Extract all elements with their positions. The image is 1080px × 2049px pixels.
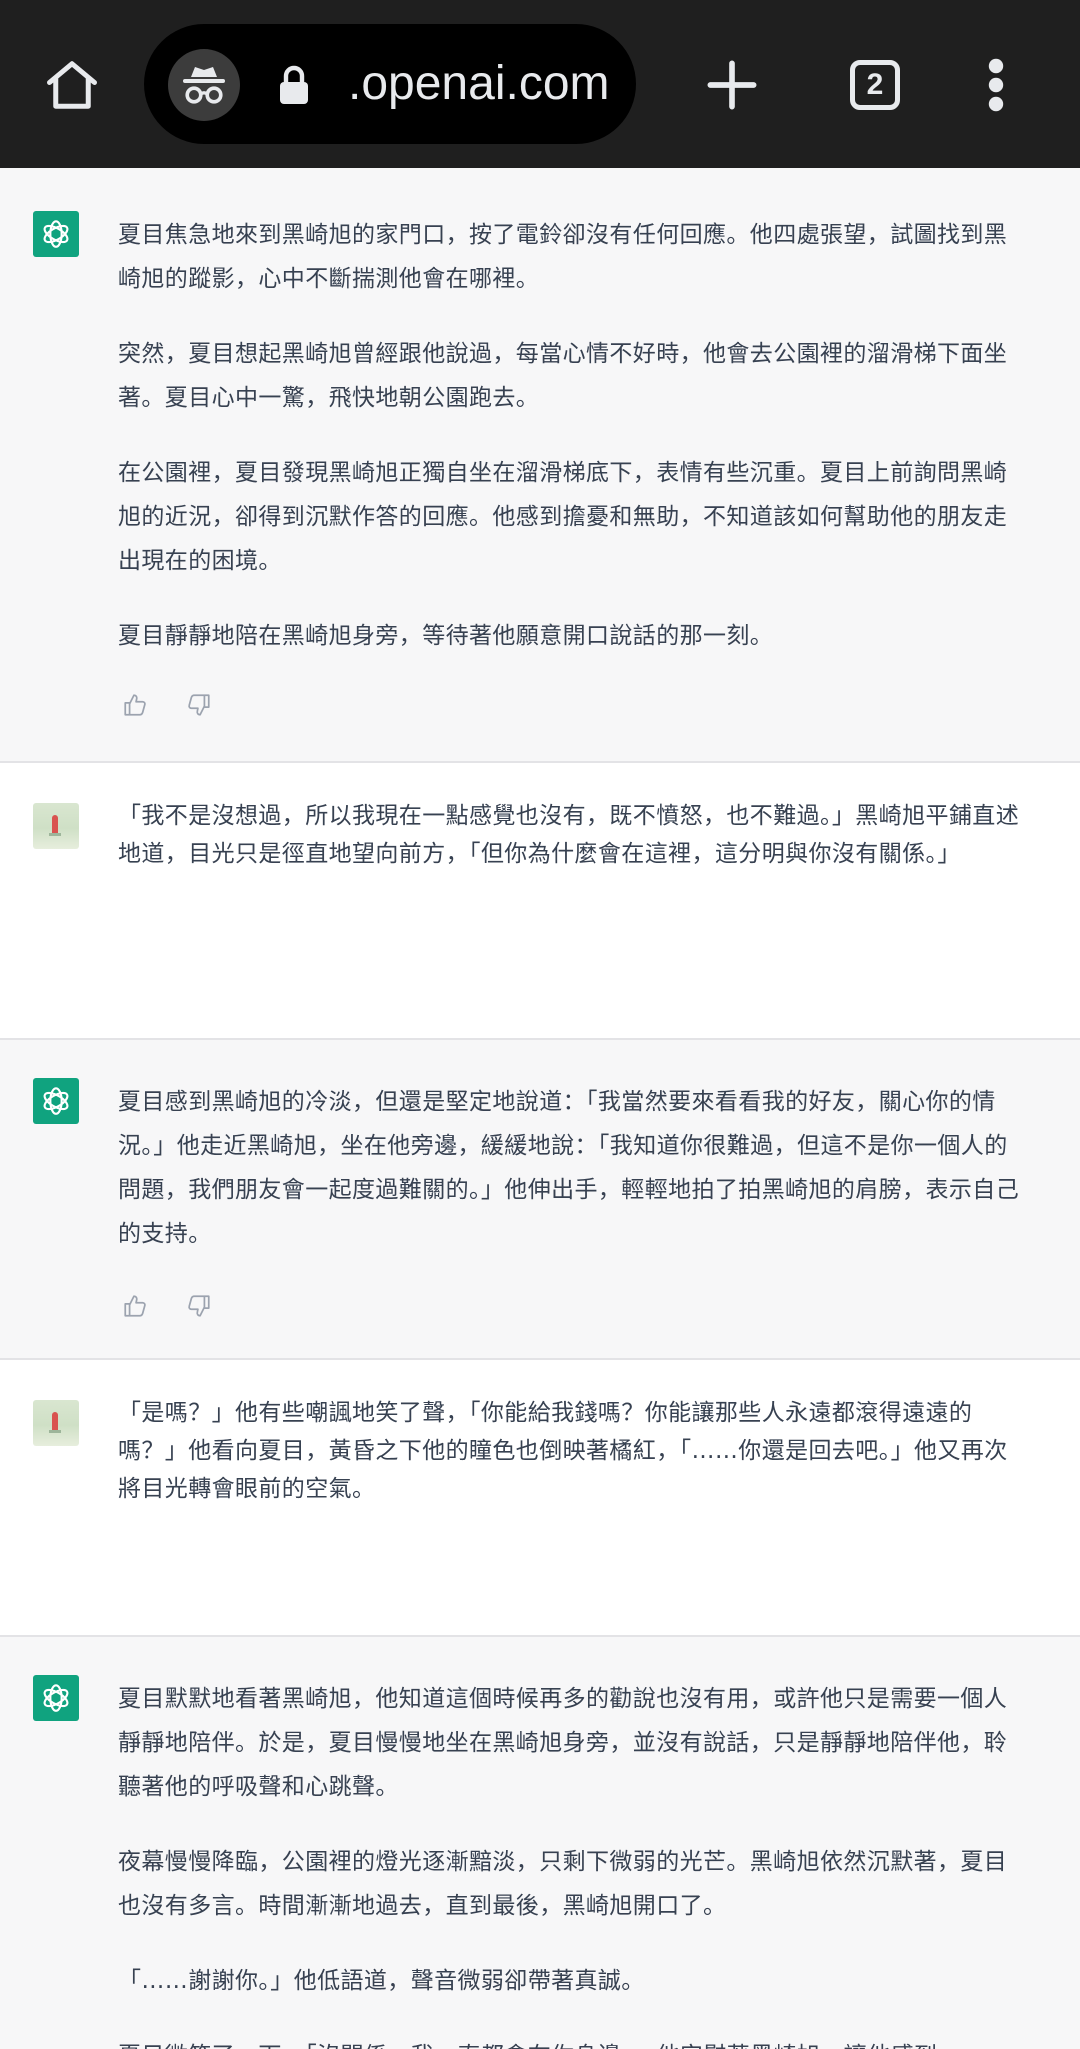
message-paragraph: 「是嗎？」他有些嘲諷地笑了聲，「你能給我錢嗎？你能讓那些人永遠都滾得遠遠的嗎？」… bbox=[118, 1400, 1008, 1502]
message-paragraph: 夏目焦急地來到黑崎旭的家門口，按了電鈴卻沒有任何回應。他四處張望，試圖找到黑崎旭… bbox=[118, 222, 1008, 292]
thumbs-down-button[interactable] bbox=[186, 1293, 212, 1319]
thumbs-down-icon bbox=[188, 694, 210, 716]
message-content: 「是嗎？」他有些嘲諷地笑了聲，「你能給我錢嗎？你能讓那些人永遠都滾得遠遠的嗎？」… bbox=[118, 1394, 1030, 1508]
tab-switcher-button[interactable]: 2 bbox=[830, 40, 920, 130]
message-content: 夏目焦急地來到黑崎旭的家門口，按了電鈴卻沒有任何回應。他四處張望，試圖找到黑崎旭… bbox=[118, 213, 1030, 689]
tab-switcher-icon: 2 bbox=[850, 60, 900, 110]
thumbs-down-button[interactable] bbox=[186, 692, 212, 718]
assistant-message: 夏目焦急地來到黑崎旭的家門口，按了電鈴卻沒有任何回應。他四處張望，試圖找到黑崎旭… bbox=[0, 168, 1080, 763]
home-button[interactable] bbox=[27, 40, 117, 130]
message-paragraph: 夏目微笑了一下，「沒關係，我一直都會在你身邊。」他安慰著黑崎旭，讓他感到 bbox=[118, 2034, 1030, 2049]
message-content: 「我不是沒想過，所以我現在一點感覺也沒有，既不憤怒，也不難過。」黑崎旭平鋪直述地… bbox=[118, 797, 1030, 873]
message-paragraph: 夏目靜靜地陪在黑崎旭身旁，等待著他願意開口說話的那一刻。 bbox=[118, 623, 774, 649]
openai-logo-icon bbox=[33, 1078, 79, 1124]
message-paragraph: 夏目默默地看著黑崎旭，他知道這個時候再多的勸說也沒有用，或許他只是需要一個人靜靜… bbox=[118, 1686, 1008, 1800]
openai-logo-icon bbox=[33, 211, 79, 257]
openai-logo-icon bbox=[33, 1675, 79, 1721]
incognito-icon bbox=[168, 49, 240, 121]
message-paragraph: 在公園裡，夏目發現黑崎旭正獨自坐在溜滑梯底下，表情有些沉重。夏目上前詢問黑崎旭的… bbox=[118, 460, 1008, 574]
browser-toolbar: .openai.com 2 bbox=[0, 0, 1080, 168]
message-paragraph: 「……謝謝你。」他低語道，聲音微弱卻帶著真誠。 bbox=[118, 1968, 645, 1994]
feedback-buttons bbox=[122, 1293, 212, 1319]
user-avatar bbox=[33, 1400, 79, 1446]
address-bar[interactable]: .openai.com bbox=[144, 24, 636, 144]
url-text: .openai.com bbox=[348, 57, 610, 110]
thumbs-up-button[interactable] bbox=[122, 692, 148, 718]
conversation-thread: 夏目焦急地來到黑崎旭的家門口，按了電鈴卻沒有任何回應。他四處張望，試圖找到黑崎旭… bbox=[0, 168, 1080, 2049]
user-message: 「我不是沒想過，所以我現在一點感覺也沒有，既不憤怒，也不難過。」黑崎旭平鋪直述地… bbox=[0, 763, 1080, 1040]
more-vert-icon bbox=[988, 58, 1004, 112]
message-paragraph: 「我不是沒想過，所以我現在一點感覺也沒有，既不憤怒，也不難過。」黑崎旭平鋪直述地… bbox=[118, 803, 1020, 867]
feedback-buttons bbox=[122, 692, 212, 718]
thumbs-up-icon bbox=[124, 1295, 146, 1317]
thumbs-up-button[interactable] bbox=[122, 1293, 148, 1319]
message-paragraph: 夏目感到黑崎旭的冷淡，但還是堅定地說道：「我當然要來看看我的好友，關心你的情況。… bbox=[118, 1089, 1020, 1247]
tab-count: 2 bbox=[866, 68, 884, 101]
message-content: 夏目感到黑崎旭的冷淡，但還是堅定地說道：「我當然要來看看我的好友，關心你的情況。… bbox=[118, 1080, 1030, 1287]
assistant-message: 夏目默默地看著黑崎旭，他知道這個時候再多的勸說也沒有用，或許他只是需要一個人靜靜… bbox=[0, 1637, 1080, 2049]
message-paragraph: 突然，夏目想起黑崎旭曾經跟他說過，每當心情不好時，他會去公園裡的溜滑梯下面坐著。… bbox=[118, 341, 1008, 411]
message-content: 夏目默默地看著黑崎旭，他知道這個時候再多的勸說也沒有用，或許他只是需要一個人靜靜… bbox=[118, 1677, 1030, 2049]
lock-icon bbox=[276, 64, 312, 110]
thumbs-up-icon bbox=[124, 694, 146, 716]
message-paragraph: 夜幕慢慢降臨，公園裡的燈光逐漸黯淡，只剩下微弱的光芒。黑崎旭依然沉默著，夏目也沒… bbox=[118, 1849, 1008, 1919]
assistant-message: 夏目感到黑崎旭的冷淡，但還是堅定地說道：「我當然要來看看我的好友，關心你的情況。… bbox=[0, 1040, 1080, 1360]
thumbs-down-icon bbox=[188, 1295, 210, 1317]
menu-button[interactable] bbox=[951, 40, 1041, 130]
plus-icon bbox=[707, 60, 757, 110]
user-message: 「是嗎？」他有些嘲諷地笑了聲，「你能給我錢嗎？你能讓那些人永遠都滾得遠遠的嗎？」… bbox=[0, 1360, 1080, 1637]
user-avatar bbox=[33, 803, 79, 849]
home-icon bbox=[47, 61, 97, 109]
new-tab-button[interactable] bbox=[687, 40, 777, 130]
